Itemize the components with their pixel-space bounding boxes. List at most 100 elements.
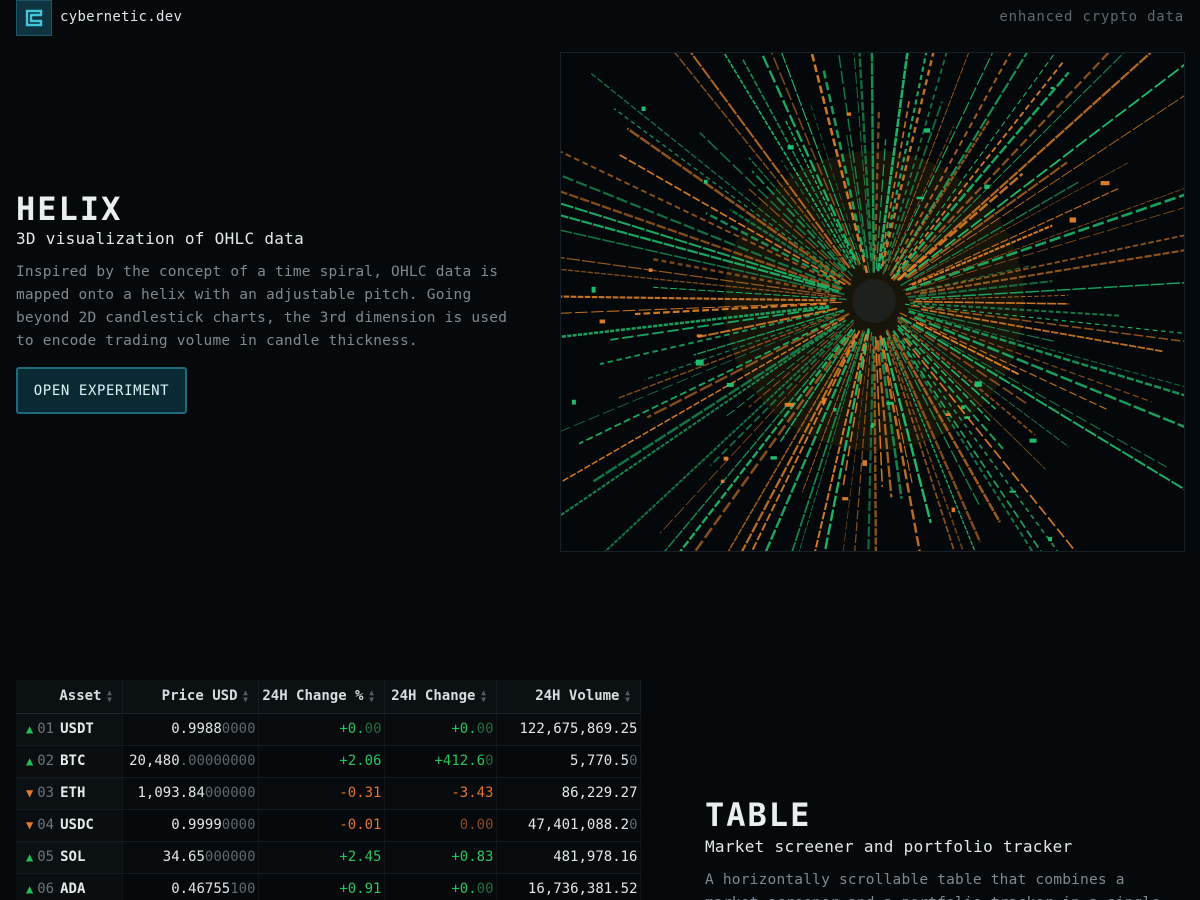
candle-body — [916, 196, 924, 200]
change-cell: +0.00 — [384, 873, 497, 900]
sort-icon[interactable]: ▲ ▼ — [368, 689, 376, 704]
candle-body — [720, 479, 725, 483]
table-row[interactable]: ▼ 03 ETH 1,093.84000000 -0.31 -3.43 86,229.27 — [16, 777, 641, 810]
candle-body — [862, 460, 867, 466]
volume-cell: 47,401,088.20 — [496, 809, 641, 842]
candle-body — [787, 145, 794, 150]
candle-body — [964, 416, 971, 419]
candle-body — [1009, 490, 1017, 493]
sort-icon[interactable]: ▲ ▼ — [480, 689, 488, 704]
candle-body — [833, 407, 837, 412]
change-cell: +0.00 — [384, 713, 497, 746]
price-cell: 34.65000000 — [122, 841, 259, 874]
column-header-asset[interactable]: Asset ▲ ▼ — [16, 680, 123, 714]
candle-body — [648, 268, 653, 272]
candle-body — [984, 184, 990, 189]
candle-body — [1050, 86, 1055, 90]
candle-body — [1029, 438, 1037, 443]
trend-up-icon: ▲ — [26, 754, 34, 768]
change-percent-cell: +0.00 — [258, 713, 385, 746]
table-row[interactable]: ▲ 02 BTC 20,480.00000000 +2.06 +412.60 5,770.5… — [16, 745, 641, 778]
candle-body — [821, 397, 826, 404]
candle-body — [703, 179, 708, 184]
helix-core — [852, 279, 896, 323]
asset-cell: ▲ 01 USDT — [16, 713, 123, 746]
candle-body — [1100, 181, 1110, 186]
volume-cell: 16,736,381.52 — [496, 873, 641, 900]
price-cell: 1,093.84000000 — [122, 777, 259, 810]
site-name[interactable]: cybernetic.dev — [60, 9, 182, 25]
change-cell: -3.43 — [384, 777, 497, 810]
candle-body — [974, 381, 982, 387]
helix-subtitle: 3D visualization of OHLC data — [16, 229, 305, 248]
change-percent-cell: +2.06 — [258, 745, 385, 778]
change-cell: +412.60 — [384, 745, 497, 778]
candle-body — [924, 128, 931, 133]
asset-symbol: BTC — [60, 753, 86, 769]
table-subtitle: Market screener and portfolio tracker — [705, 837, 1073, 856]
price-cell: 20,480.00000000 — [122, 745, 259, 778]
asset-symbol: ADA — [60, 881, 86, 897]
table-row[interactable]: ▲ 01 USDT 0.99880000 +0.00 +0.00 122,675,869.2… — [16, 713, 641, 746]
asset-cell: ▼ 03 ETH — [16, 777, 123, 810]
asset-cell: ▲ 05 SOL — [16, 841, 123, 874]
helix-title: HELIX — [16, 190, 123, 228]
bracket-logo-icon[interactable] — [16, 0, 52, 36]
column-header-change[interactable]: 24H Change ▲ ▼ — [384, 680, 497, 714]
price-cell: 0.46755100 — [122, 873, 259, 900]
candle-body — [945, 413, 951, 417]
asset-rank: 05 — [37, 849, 55, 865]
column-header-price[interactable]: Price USD ▲ ▼ — [122, 680, 259, 714]
asset-rank: 04 — [37, 817, 55, 833]
table-title: TABLE — [705, 796, 812, 834]
table-row[interactable]: ▲ 06 ADA 0.46755100 +0.91 +0.00 16,736,381.52 — [16, 873, 641, 900]
sort-icon[interactable]: ▲ ▼ — [242, 689, 250, 704]
trend-down-icon: ▼ — [26, 818, 34, 832]
asset-cell: ▲ 06 ADA — [16, 873, 123, 900]
candle-body — [641, 106, 646, 111]
change-percent-cell: -0.31 — [258, 777, 385, 810]
candle-body — [1069, 217, 1077, 223]
candle-body — [784, 402, 794, 407]
asset-rank: 03 — [37, 785, 55, 801]
volume-cell: 481,978.16 — [496, 841, 641, 874]
volume-cell: 122,675,869.25 — [496, 713, 641, 746]
candle-body — [846, 112, 852, 116]
asset-symbol: SOL — [60, 849, 86, 865]
column-header-volume[interactable]: 24H Volume ▲ ▼ — [496, 680, 641, 714]
table-body: ▲ 01 USDT 0.99880000 +0.00 +0.00 122,675,869.2… — [16, 713, 641, 900]
candle-body — [1048, 536, 1052, 542]
change-percent-cell: -0.01 — [258, 809, 385, 842]
sort-icon[interactable]: ▲ ▼ — [624, 689, 632, 704]
change-cell: +0.83 — [384, 841, 497, 874]
sort-icon[interactable]: ▲ ▼ — [106, 689, 114, 704]
candle-body — [770, 456, 777, 460]
market-table[interactable]: Asset ▲ ▼ Price USD ▲ ▼ 24H Change % ▲ ▼ 24H C… — [16, 680, 641, 900]
helix-visualization[interactable] — [560, 52, 1185, 552]
candle-body — [696, 334, 703, 337]
price-cell: 0.99990000 — [122, 809, 259, 842]
price-cell: 0.99880000 — [122, 713, 259, 746]
table-header-row: Asset ▲ ▼ Price USD ▲ ▼ 24H Change % ▲ ▼ 24H C… — [16, 680, 641, 714]
volume-cell: 86,229.27 — [496, 777, 641, 810]
open-experiment-button[interactable]: OPEN EXPERIMENT — [16, 367, 187, 414]
asset-cell: ▼ 04 USDC — [16, 809, 123, 842]
table-description: A horizontally scrollable table that com… — [705, 872, 1160, 900]
asset-rank: 02 — [37, 753, 55, 769]
candle-body — [591, 286, 596, 293]
trend-up-icon: ▲ — [26, 850, 34, 864]
table-row[interactable]: ▼ 04 USDC 0.99990000 -0.01 0.00 47,401,088.20 — [16, 809, 641, 842]
asset-rank: 06 — [37, 881, 55, 897]
column-header-change-percent[interactable]: 24H Change % ▲ ▼ — [258, 680, 385, 714]
table-row[interactable]: ▲ 05 SOL 34.65000000 +2.45 +0.83 481,978.16 — [16, 841, 641, 874]
page: cybernetic.dev enhanced crypto data HELI… — [0, 0, 1200, 900]
candle-body — [571, 399, 576, 405]
candle-body — [886, 401, 894, 405]
change-percent-cell: +2.45 — [258, 841, 385, 874]
candle-body — [951, 507, 956, 513]
volume-cell: 5,770.50 — [496, 745, 641, 778]
candle-body — [695, 359, 704, 366]
candle-body — [842, 497, 849, 501]
helix-canvas[interactable] — [561, 53, 1185, 552]
trend-down-icon: ▼ — [26, 786, 34, 800]
